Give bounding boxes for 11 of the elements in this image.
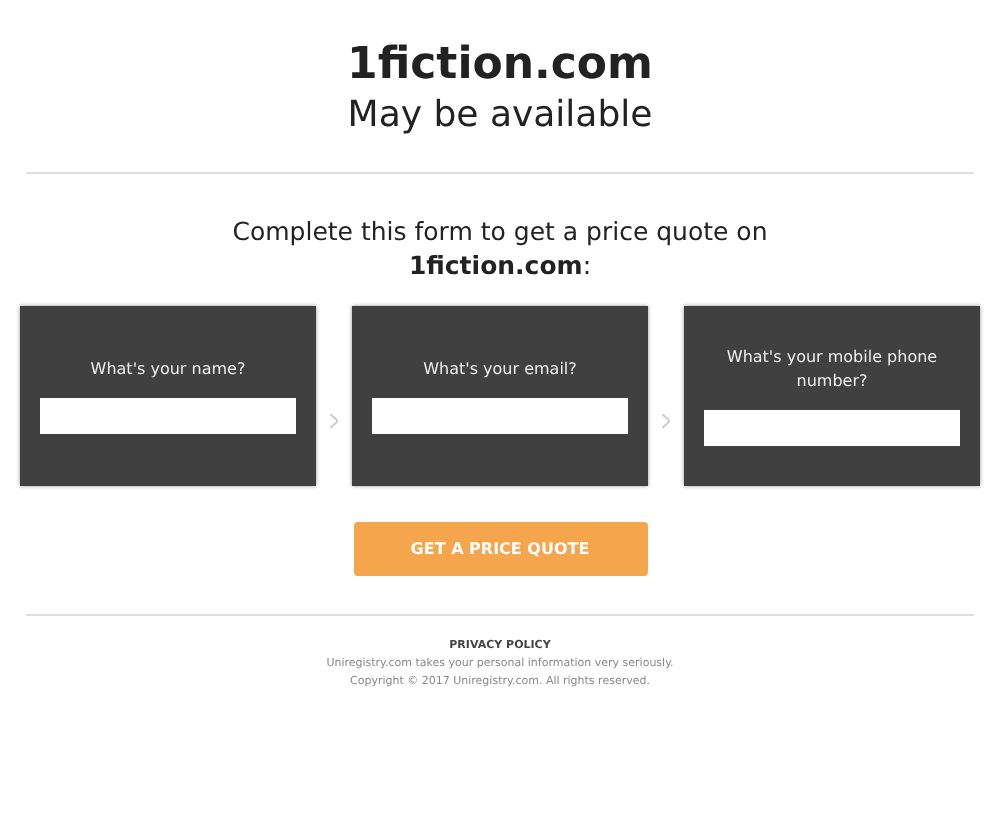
chevron-icon: [656, 414, 676, 434]
domain-title: 1fiction.com: [347, 40, 653, 90]
input-field[interactable]: [40, 398, 296, 434]
chevron-icon: [324, 414, 344, 434]
input-field[interactable]: [372, 398, 628, 434]
field-label: What's your name?: [90, 358, 246, 382]
field-label: What's your mobile phone number?: [724, 346, 940, 394]
availability-text: May be available: [347, 94, 653, 136]
field-label: What's your email?: [423, 358, 577, 382]
input-field[interactable]: [704, 410, 960, 446]
intro-text: Complete this form to get a price quote on 1fiction.com:: [230, 214, 770, 282]
